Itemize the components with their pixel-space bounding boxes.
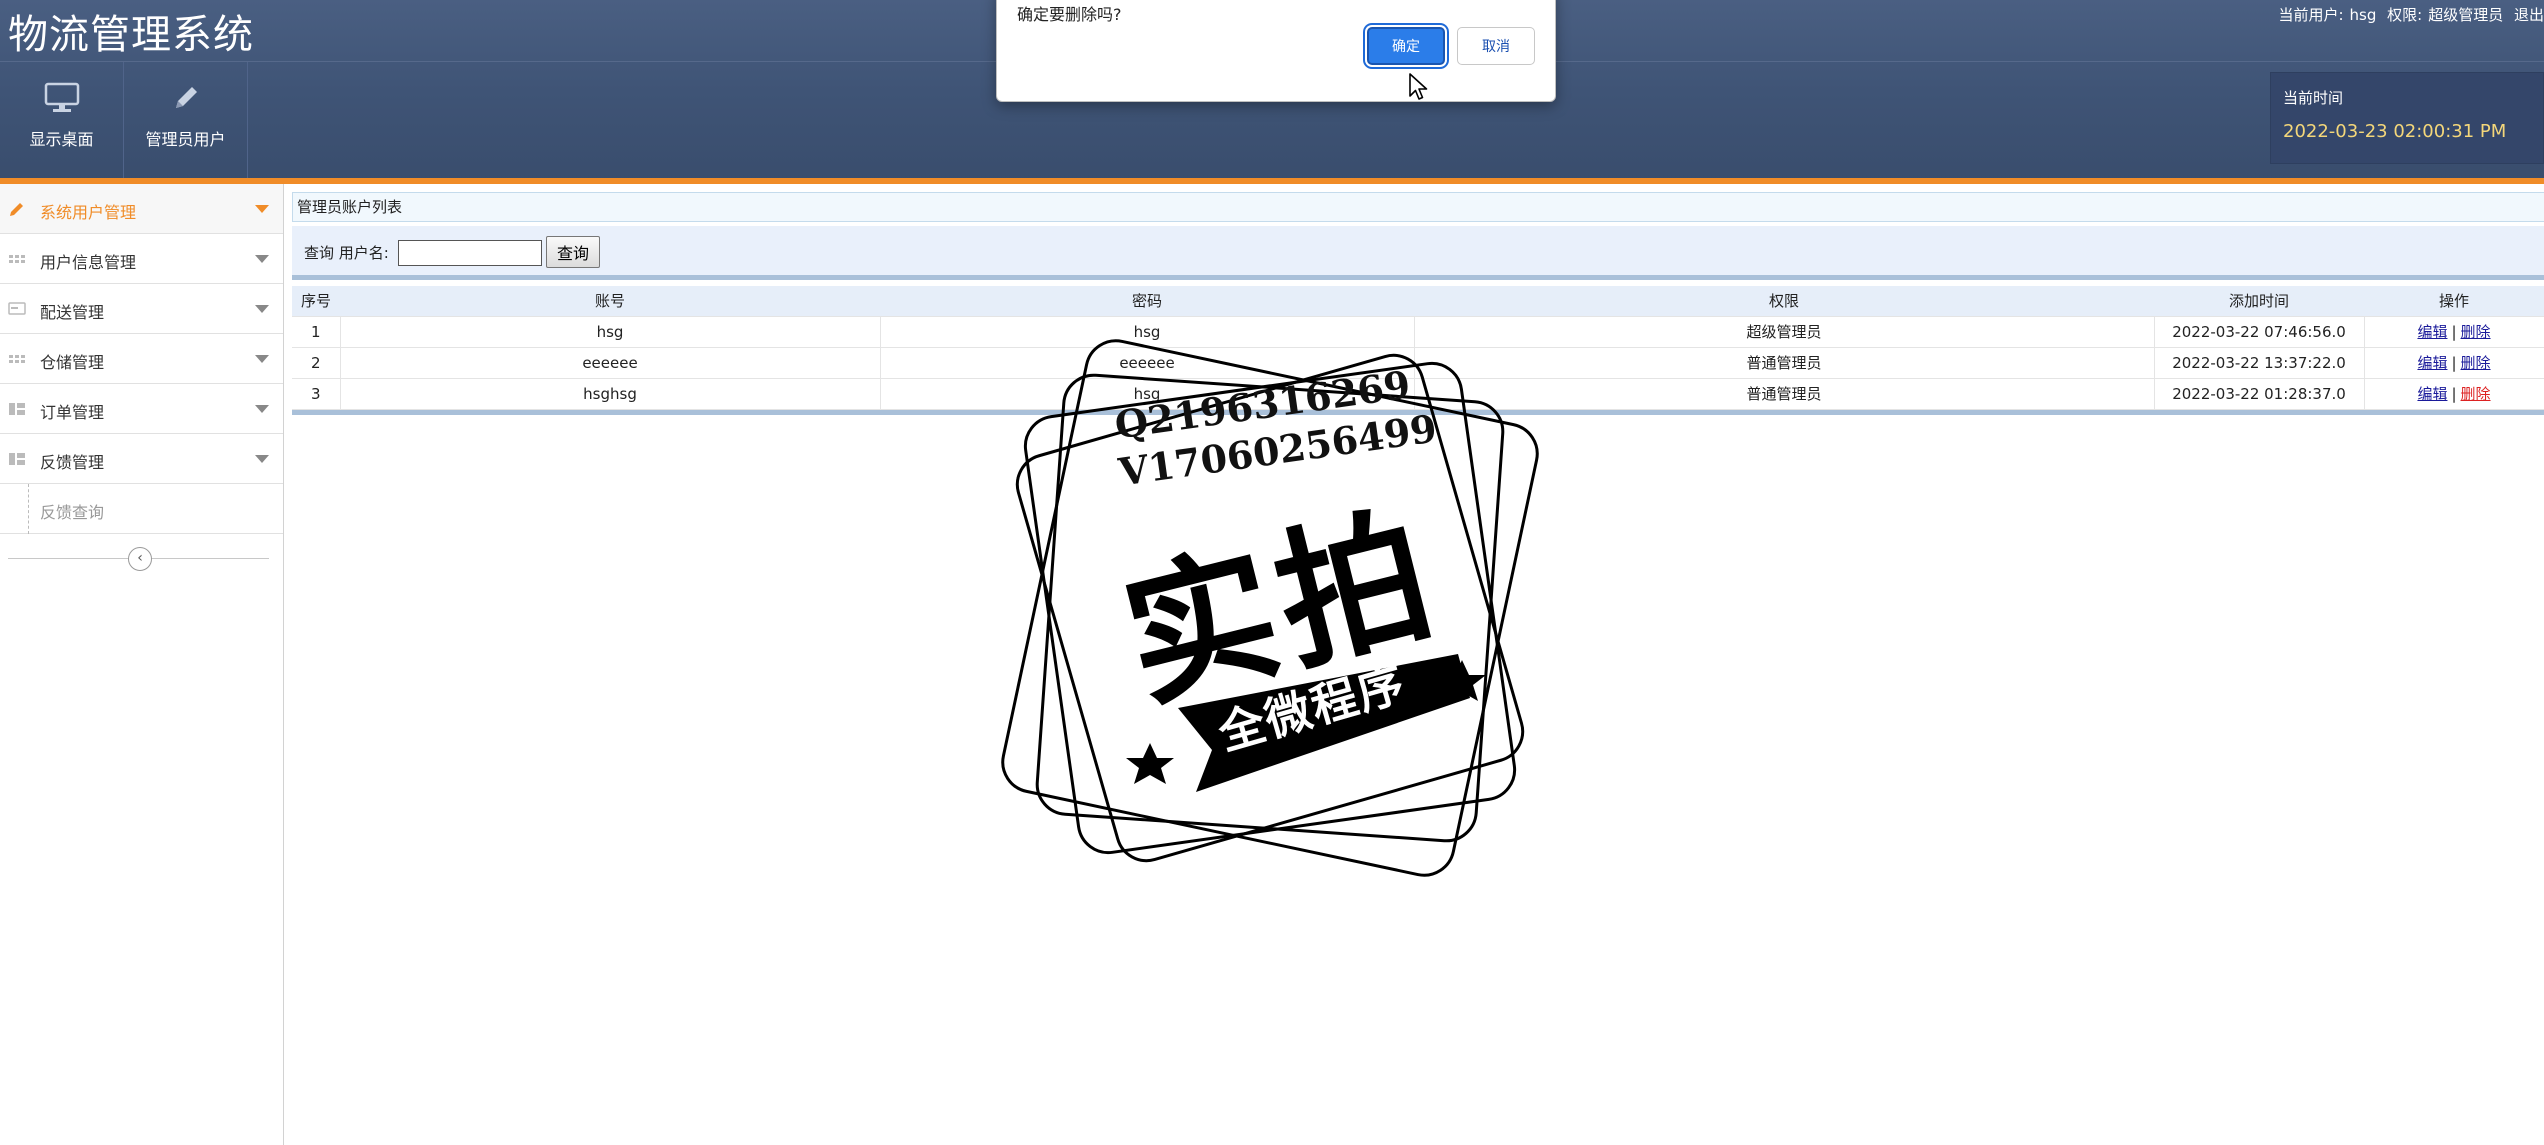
separator: |: [2451, 354, 2457, 372]
cell-account: hsghsg: [340, 378, 881, 410]
current-user-label: 当前用户:: [2278, 6, 2344, 24]
delete-link[interactable]: 删除: [2461, 323, 2491, 341]
separator: |: [2451, 323, 2457, 341]
sidebar-item-warehouse[interactable]: 仓储管理: [0, 334, 283, 384]
search-label: 查询 用户名:: [304, 244, 389, 262]
nav-admin-users-label: 管理员用户: [145, 130, 226, 149]
edit-link[interactable]: 编辑: [2417, 385, 2447, 403]
column-header: 权限: [1414, 286, 2154, 317]
cell-actions: 编辑 | 删除: [2364, 316, 2544, 348]
user-info: 当前用户: hsg 权限: 超级管理员 退出: [2272, 4, 2544, 25]
column-header: 账号: [340, 286, 880, 317]
watermark-stamp: Q2196316269 V17060256499 实拍 全微程序: [1000, 338, 1540, 878]
current-time-label: 当前时间: [2283, 89, 2344, 107]
sidebar-item-label: 系统用户管理: [40, 203, 137, 222]
caret-down-icon: [255, 405, 269, 413]
role-name: 超级管理员: [2428, 6, 2504, 24]
cell-account: eeeeee: [340, 347, 881, 379]
cell-no: 3: [292, 378, 341, 410]
edit-link[interactable]: 编辑: [2417, 354, 2447, 372]
table-header-row: 序号 账号 密码 权限 添加时间 操作: [292, 286, 2544, 317]
cell-no: 2: [292, 347, 341, 379]
grid-icon: [9, 355, 25, 363]
confirm-ok-button[interactable]: 确定: [1367, 27, 1445, 65]
sidebar-item-feedback[interactable]: 反馈管理: [0, 434, 283, 484]
cell-no: 1: [292, 316, 341, 348]
column-header: 操作: [2364, 286, 2544, 317]
sidebar-subitem-label: 反馈查询: [40, 503, 105, 522]
tree-line: [28, 484, 29, 534]
pencil-icon: [10, 203, 23, 216]
username-search-input[interactable]: [398, 240, 542, 266]
caret-down-icon: [255, 455, 269, 463]
confirm-cancel-button[interactable]: 取消: [1457, 27, 1535, 65]
cell-time: 2022-03-22 01:28:37.0: [2154, 378, 2365, 410]
mouse-cursor-icon: [1409, 73, 1428, 100]
search-bar: 查询 用户名: 查询: [292, 226, 2544, 280]
dialog-message: 确定要删除吗?: [1017, 5, 1122, 24]
layout-icon: [9, 403, 25, 415]
sidebar-item-label: 订单管理: [40, 403, 105, 422]
sidebar-collapse-row: ‹: [0, 534, 283, 582]
sidebar-item-label: 配送管理: [40, 303, 105, 322]
caret-down-icon: [255, 355, 269, 363]
sidebar-item-orders[interactable]: 订单管理: [0, 384, 283, 434]
chevron-left-icon[interactable]: ‹: [128, 547, 152, 571]
caret-down-icon: [255, 205, 269, 213]
current-time-value: 2022-03-23 02:00:31 PM: [2283, 121, 2507, 142]
current-time-box: 当前时间 2022-03-23 02:00:31 PM: [2270, 72, 2544, 164]
sidebar-subitem-feedback-query[interactable]: 反馈查询: [0, 484, 283, 534]
edit-link[interactable]: 编辑: [2417, 323, 2447, 341]
delete-link[interactable]: 删除: [2461, 354, 2491, 372]
card-icon: [8, 302, 26, 315]
column-header: 密码: [880, 286, 1414, 317]
confirm-dialog: 确定要删除吗? 确定 取消: [996, 0, 1556, 102]
current-user-name: hsg: [2349, 6, 2377, 24]
sidebar-item-delivery[interactable]: 配送管理: [0, 284, 283, 334]
sidebar-item-label: 用户信息管理: [40, 253, 137, 272]
column-header: 添加时间: [2154, 286, 2364, 317]
role-label: 权限:: [2387, 6, 2423, 24]
caret-down-icon: [255, 255, 269, 263]
panel-title: 管理员账户列表: [292, 192, 2544, 222]
cell-actions: 编辑 | 删除: [2364, 378, 2544, 410]
nav-show-desktop-label: 显示桌面: [29, 130, 94, 149]
app-title: 物流管理系统: [8, 12, 254, 58]
sidebar-item-user-info[interactable]: 用户信息管理: [0, 234, 283, 284]
logout-link[interactable]: 退出: [2514, 6, 2544, 24]
cell-time: 2022-03-22 07:46:56.0: [2154, 316, 2365, 348]
sidebar-item-system-users[interactable]: 系统用户管理: [0, 184, 283, 234]
layout-icon: [9, 453, 25, 465]
search-button[interactable]: 查询: [546, 236, 600, 268]
sidebar-item-label: 仓储管理: [40, 353, 105, 372]
caret-down-icon: [255, 305, 269, 313]
nav-admin-users-button[interactable]: 管理员用户: [124, 62, 248, 180]
sidebar: 系统用户管理 用户信息管理 配送管理 仓储管理 订单管理 反馈管理 反馈查询 ‹: [0, 184, 284, 1145]
cell-actions: 编辑 | 删除: [2364, 347, 2544, 379]
monitor-icon: [44, 82, 79, 112]
sidebar-item-label: 反馈管理: [40, 453, 105, 472]
header-accent-bar: [0, 178, 2544, 184]
column-header: 序号: [292, 286, 340, 317]
cell-account: hsg: [340, 316, 881, 348]
nav-show-desktop-button[interactable]: 显示桌面: [0, 62, 124, 180]
separator: |: [2451, 385, 2457, 403]
delete-link[interactable]: 删除: [2461, 385, 2491, 403]
grid-icon: [9, 255, 25, 263]
pencil-icon: [175, 87, 197, 108]
cell-time: 2022-03-22 13:37:22.0: [2154, 347, 2365, 379]
